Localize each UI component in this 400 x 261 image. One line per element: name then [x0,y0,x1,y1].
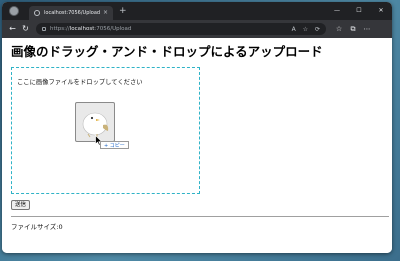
divider [11,216,389,217]
toolbar-right: ☆ ⧉ ⋯ [332,25,374,34]
refresh-sync-icon[interactable]: ⟳ [315,26,320,33]
reload-icon[interactable]: ↻ [19,20,32,38]
submit-button[interactable]: 送信 [11,200,31,210]
tab-close-icon[interactable]: × [103,10,108,16]
maximize-icon[interactable]: ☐ [348,2,370,20]
drop-message: ここに画像ファイルをドロップしてください [17,79,143,86]
globe-icon [34,10,40,16]
omnibox-icons: A ☆ ⟳ [287,26,320,33]
window-controls: — ☐ ✕ [326,2,392,20]
browser-toolbar: ← ↻ https://localhost:7056/Upload A ☆ ⟳ … [2,20,392,38]
browser-window: localhost:7056/Upload × + — ☐ ✕ ← ↻ http… [2,2,392,253]
page-title: 画像のドラッグ・アンド・ドロップによるアップロード [11,44,323,59]
page-content: 画像のドラッグ・アンド・ドロップによるアップロード ここに画像ファイルをドロップ… [2,38,392,253]
collections-icon[interactable]: ⧉ [346,25,360,34]
url-path: :7056/Upload [94,26,132,32]
lock-icon[interactable] [42,27,46,31]
minimize-icon[interactable]: — [326,2,348,20]
file-size-label: ファイルサイズ:0 [11,223,63,231]
new-tab-button[interactable]: + [119,6,127,16]
copy-tooltip: + コピー [100,141,129,149]
back-icon[interactable]: ← [6,20,19,38]
drop-zone[interactable]: ここに画像ファイルをドロップしてください + コピー [11,67,200,194]
url-host: localhost [69,26,95,32]
address-bar[interactable]: https://localhost:7056/Upload A ☆ ⟳ [36,23,326,35]
read-aloud-icon[interactable]: A [292,26,296,33]
more-menu-icon[interactable]: ⋯ [360,25,374,34]
tab-strip: localhost:7056/Upload × + — ☐ ✕ [2,2,392,20]
tab-title: localhost:7056/Upload [44,10,101,16]
url-text[interactable]: https://localhost:7056/Upload [50,26,287,32]
favorites-icon[interactable]: ☆ [332,25,346,34]
profile-icon[interactable] [9,6,19,16]
close-window-icon[interactable]: ✕ [370,2,392,20]
favorite-star-icon[interactable]: ☆ [303,26,308,33]
url-prefix: https:// [50,26,70,32]
tab-upload[interactable]: localhost:7056/Upload × [29,6,113,20]
